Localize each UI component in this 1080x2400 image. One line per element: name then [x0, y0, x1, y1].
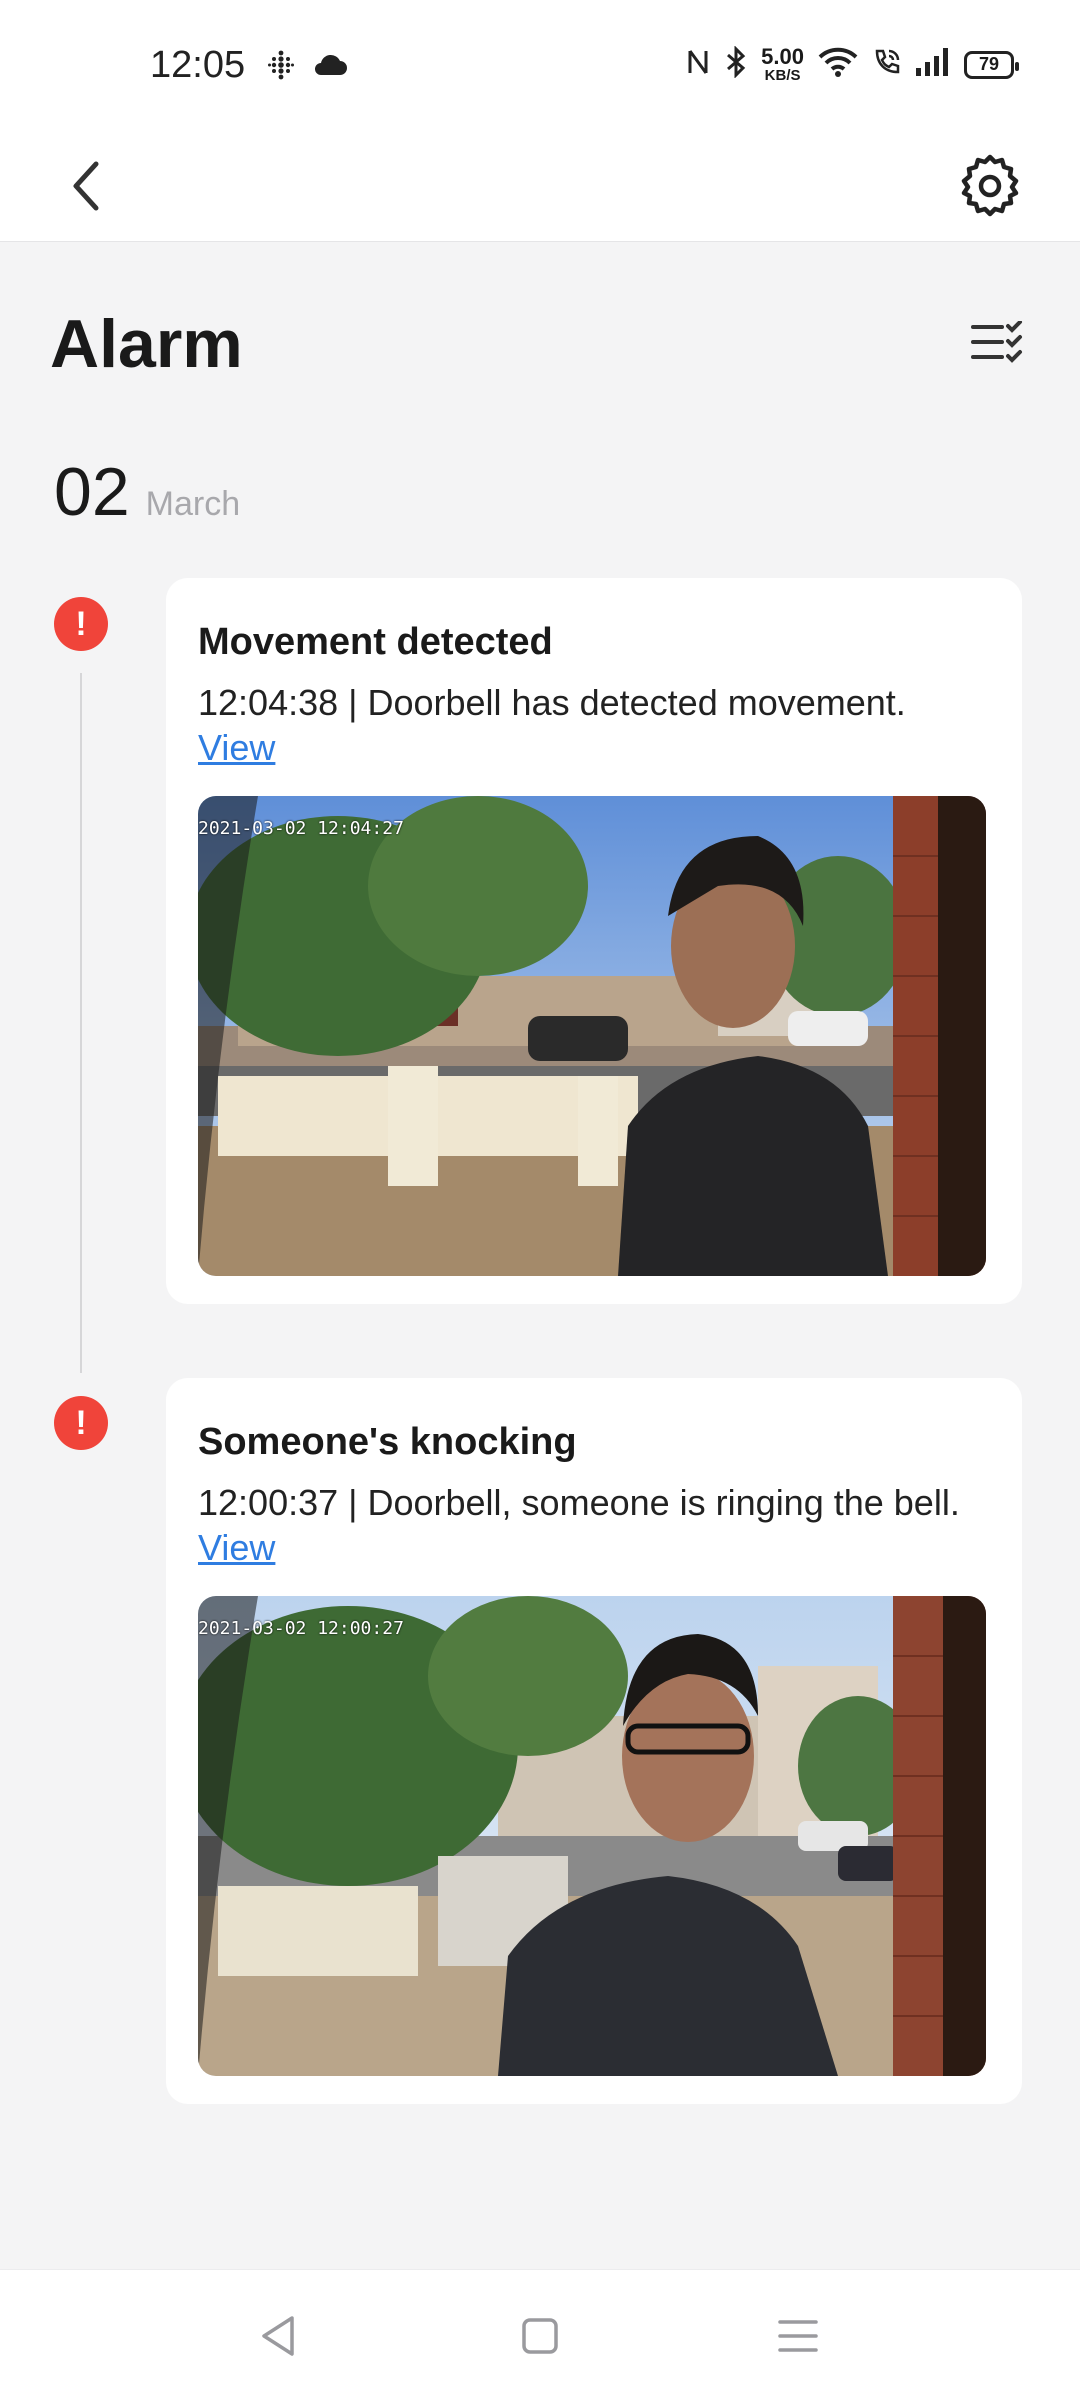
status-time: 12:05: [150, 44, 246, 86]
alarm-content: Alarm 02 March ! Movement detected 12:04…: [0, 243, 1080, 2269]
battery-icon: 79: [964, 50, 1019, 79]
gear-icon: [961, 154, 1019, 217]
bluetooth-icon: [725, 45, 747, 83]
event-card-movement[interactable]: Movement detected 12:04:38 | Doorbell ha…: [166, 578, 1022, 1304]
event-title: Movement detected: [198, 621, 553, 663]
view-link[interactable]: View: [198, 727, 275, 768]
event-description: 12:04:38 | Doorbell has detected movemen…: [198, 680, 988, 770]
date-month: March: [145, 485, 241, 523]
date-day: 02: [54, 454, 130, 530]
system-nav-bar: [0, 2269, 1080, 2400]
top-app-bar: [0, 130, 1080, 242]
net-speed-value: 5.00: [761, 44, 804, 69]
event-description-text: 12:00:37 | Doorbell, someone is ringing …: [198, 1481, 960, 1523]
snapshot-timestamp: 2021-03-02 12:04:27: [198, 817, 404, 839]
wifi-call-icon: [872, 47, 902, 82]
alert-icon: !: [54, 597, 108, 651]
nav-home-button[interactable]: [510, 2306, 570, 2366]
signal-icon: [916, 48, 950, 81]
event-snapshot-image[interactable]: 2021-03-02 12:00:27: [198, 1595, 986, 2076]
chevron-left-icon: [73, 161, 99, 211]
nav-recents-button[interactable]: [768, 2306, 828, 2366]
date-header: 02 March: [54, 453, 240, 531]
snapshot-timestamp: 2021-03-02 12:00:27: [198, 1617, 404, 1639]
home-square-icon: [522, 2318, 558, 2354]
timeline-line: [80, 673, 82, 1373]
status-bar: 12:05 5.00 KB/S 79: [0, 0, 1080, 130]
net-speed-unit: KB/S: [764, 67, 801, 84]
settings-button[interactable]: [950, 146, 1030, 226]
wifi-icon: [818, 47, 858, 82]
menu-lines-icon: [778, 2320, 818, 2352]
fitbit-icon: [268, 50, 294, 85]
back-button[interactable]: [56, 152, 116, 220]
view-link[interactable]: View: [198, 1527, 275, 1568]
alert-icon: !: [54, 1396, 108, 1450]
checklist-icon: [971, 321, 1022, 363]
event-snapshot-image[interactable]: 2021-03-02 12:04:27: [198, 795, 986, 1276]
cloud-icon: [312, 54, 348, 81]
event-description-text: 12:04:38 | Doorbell has detected movemen…: [198, 681, 906, 723]
event-description: 12:00:37 | Doorbell, someone is ringing …: [198, 1480, 988, 1570]
event-title: Someone's knocking: [198, 1421, 577, 1463]
nav-back-button[interactable]: [248, 2306, 308, 2366]
net-speed: 5.00 KB/S: [761, 44, 804, 84]
back-triangle-icon: [262, 2316, 294, 2356]
filter-button[interactable]: [964, 313, 1030, 373]
page-title: Alarm: [50, 306, 243, 382]
event-card-knocking[interactable]: Someone's knocking 12:00:37 | Doorbell, …: [166, 1378, 1022, 2104]
nfc-icon: [685, 47, 711, 82]
